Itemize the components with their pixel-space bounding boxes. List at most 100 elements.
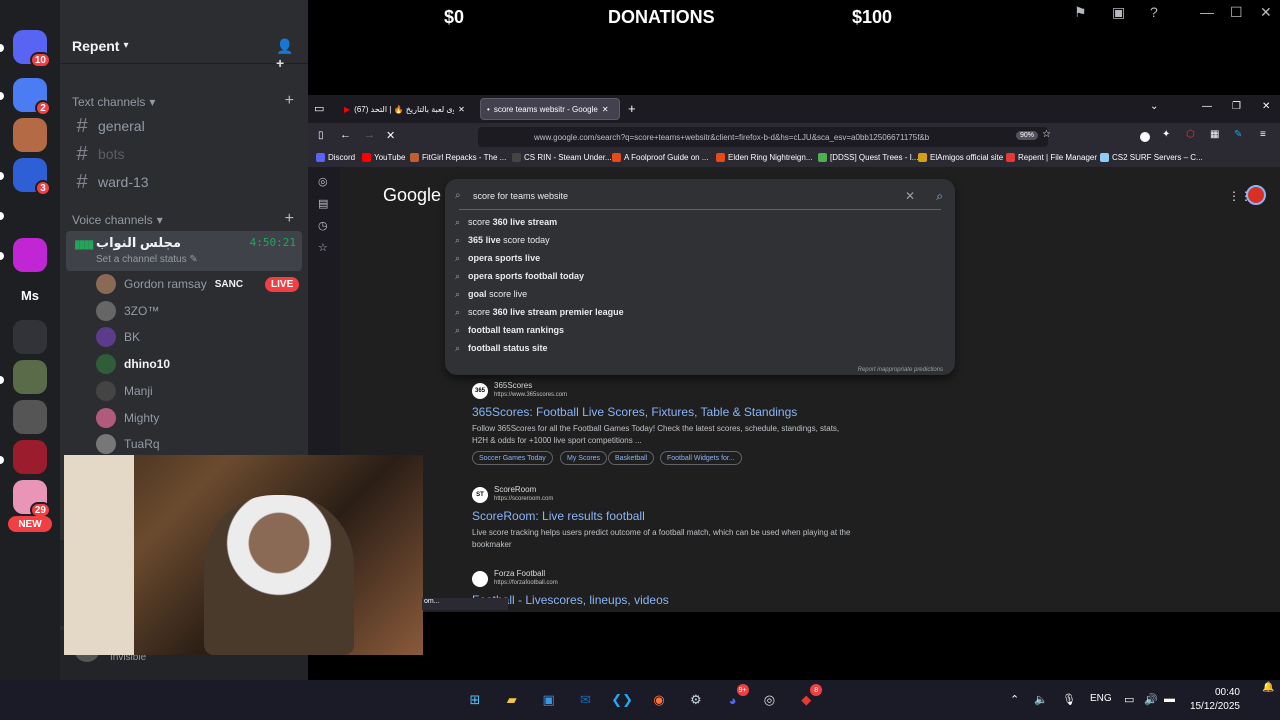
clock[interactable]: 00:40 15/12/2025 <box>1190 686 1240 714</box>
invite-people-icon[interactable]: 👤+ <box>276 38 293 71</box>
sitelink-chip[interactable]: Soccer Games Today <box>472 451 553 465</box>
restore-icon[interactable]: ❐ <box>1232 101 1241 112</box>
server-server-icon[interactable]: 29 <box>13 480 51 518</box>
channel-ward-13[interactable]: # ward-13 <box>72 169 298 195</box>
voice-member[interactable]: Gordon ramsay SANC LIVE <box>96 272 300 296</box>
result-url[interactable]: https://www.365scores.com <box>494 392 567 398</box>
forward-button[interactable]: → <box>364 129 375 141</box>
server-server-icon[interactable] <box>13 440 47 474</box>
bookmarks-icon[interactable]: ☆ <box>318 241 328 254</box>
stop-button[interactable]: ✕ <box>386 129 395 142</box>
translate-icon[interactable]: ✎ <box>1234 129 1242 140</box>
zoom-level[interactable]: 90% <box>1016 131 1039 140</box>
search-suggestion[interactable]: ⌕ football team rankings <box>455 321 564 339</box>
result-site-name[interactable]: ScoreRoom <box>494 485 536 494</box>
close-icon[interactable]: ✕ <box>1260 4 1272 21</box>
help-icon[interactable]: ? <box>1150 4 1158 20</box>
back-button[interactable]: ← <box>340 129 351 141</box>
report-predictions-link[interactable]: Report inappropriate predictions <box>858 367 943 373</box>
flag-icon[interactable]: ⚑ <box>1074 4 1087 21</box>
sitelink-chip[interactable]: Basketball <box>608 451 655 465</box>
firefox-icon[interactable]: ◉ <box>647 688 671 712</box>
server-server-icon[interactable] <box>13 400 47 434</box>
clear-search-icon[interactable]: ✕ <box>905 189 915 203</box>
history-icon[interactable]: ◷ <box>318 219 328 232</box>
bookmark-item[interactable]: ElAmigos official site <box>918 153 1003 162</box>
voice-channel[interactable]: ▮▮▮▮ مجلس النواب 4:50:21 Set a channel s… <box>66 231 302 271</box>
language-indicator[interactable]: ENG <box>1090 693 1112 704</box>
server-discord-icon[interactable]: 10 <box>13 30 51 68</box>
new-tab-button[interactable]: + <box>628 101 636 116</box>
bookmark-item[interactable]: CS2 SURF Servers – C... <box>1100 153 1203 162</box>
set-channel-status[interactable]: Set a channel status ✎ <box>96 254 198 265</box>
addon-icon[interactable]: ⬡ <box>1186 129 1195 140</box>
text-category[interactable]: Text channels ▾ <box>72 95 155 109</box>
screenshot-icon[interactable]: ▦ <box>1210 129 1219 140</box>
result-site-name[interactable]: Forza Football <box>494 569 545 578</box>
bookmark-star-icon[interactable]: ☆ <box>1042 129 1051 140</box>
voice-member[interactable]: Mighty <box>96 406 159 430</box>
server-folder-icon[interactable] <box>13 320 47 354</box>
tab-list-icon[interactable]: ▭ <box>314 102 324 115</box>
bookmark-item[interactable]: [DDSS] Quest Trees - I... <box>818 153 918 162</box>
bookmark-item[interactable]: YouTube <box>362 153 405 162</box>
voice-category[interactable]: Voice channels ▾ <box>72 213 163 227</box>
close-icon[interactable]: ✕ <box>1262 101 1270 112</box>
discord-icon[interactable]: ◕ 9+ <box>721 684 749 712</box>
server-server-icon[interactable]: 2 <box>13 78 51 116</box>
minimize-icon[interactable]: — <box>1202 101 1212 112</box>
server-server-icon[interactable] <box>13 238 47 272</box>
search-input[interactable]: score for teams website <box>473 191 568 201</box>
search-submit-icon[interactable]: ⌕ <box>936 189 943 204</box>
result-title-link[interactable]: ScoreRoom: Live results football <box>472 509 645 523</box>
voice-member[interactable]: Manji <box>96 379 153 403</box>
mic-icon[interactable]: 🎙 <box>1062 693 1076 706</box>
tab-google[interactable]: • score teams websitr - Google S ✕ <box>480 98 620 120</box>
search-suggestion[interactable]: ⌕ 365 live score today <box>455 231 550 249</box>
server-server-icon[interactable] <box>13 360 47 394</box>
minimize-icon[interactable]: — <box>1200 4 1214 20</box>
store-icon[interactable]: ▣ <box>537 688 561 712</box>
extension-icon[interactable] <box>1140 132 1150 142</box>
channel-general[interactable]: # general <box>72 113 298 139</box>
bookmark-item[interactable]: Repent | File Manager <box>1006 153 1097 162</box>
voice-member[interactable]: BK <box>96 325 140 349</box>
close-tab-icon[interactable]: ✕ <box>458 105 465 114</box>
result-site-name[interactable]: 365Scores <box>494 381 532 390</box>
voice-member[interactable]: 3ZO™ <box>96 299 159 323</box>
app-icon[interactable]: ◆ 8 <box>794 684 823 712</box>
tray-overflow-icon[interactable]: ⌃ <box>1010 693 1019 706</box>
sitelink-chip[interactable]: My Scores <box>560 451 608 465</box>
guild-header[interactable]: Repent ▾ 👤+ <box>60 28 308 71</box>
inbox-icon[interactable]: ▣ <box>1112 4 1125 21</box>
speaker-icon[interactable]: 🔊 <box>1144 693 1158 706</box>
server-server-icon[interactable] <box>13 118 47 152</box>
url-bar[interactable]: www.google.com/search?q=score+teams+webs… <box>478 127 1048 147</box>
search-box[interactable]: ⌕ score for teams website ✕ ⌕ ⌕ score 360… <box>445 179 955 375</box>
tab-overflow-icon[interactable]: ⌄ <box>1150 101 1158 112</box>
live-badge[interactable]: LIVE <box>265 276 300 292</box>
windows-start-icon[interactable]: ⊞ <box>463 688 487 712</box>
notification-icon[interactable]: 🔔 <box>1262 682 1274 693</box>
network-icon[interactable]: ▭ <box>1124 693 1134 706</box>
server-server-icon[interactable]: Ms <box>13 278 47 312</box>
battery-icon[interactable]: ▬ <box>1164 693 1175 705</box>
bookmark-item[interactable]: Elden Ring Nightreign... <box>716 153 813 162</box>
bookmark-item[interactable]: CS RIN - Steam Under... <box>512 153 612 162</box>
add-text-channel-button[interactable]: + <box>285 92 294 110</box>
tabs-icon[interactable]: ▤ <box>318 197 328 210</box>
bookmark-item[interactable]: Discord <box>316 153 355 162</box>
maximize-icon[interactable]: ☐ <box>1230 4 1243 21</box>
steam-icon[interactable]: ⚙ <box>684 688 708 712</box>
server-server-icon[interactable]: 3 <box>13 158 51 196</box>
obs-icon[interactable]: ◎ <box>757 688 781 712</box>
search-suggestion[interactable]: ⌕ goal score live <box>455 285 527 303</box>
voice-member[interactable]: dhino10 <box>96 352 170 376</box>
search-suggestion[interactable]: ⌕ opera sports live <box>455 249 540 267</box>
menu-icon[interactable]: ≡ <box>1260 129 1266 140</box>
server-server-icon[interactable] <box>13 198 47 232</box>
channel-bots[interactable]: # bots <box>72 141 298 167</box>
sitelink-chip[interactable]: Football Widgets for... <box>660 451 742 465</box>
add-voice-channel-button[interactable]: + <box>285 210 294 228</box>
tab-youtube[interactable]: ▶ اقوى لعبة بالتاريخ 🔥 | التحد (67) ✕ <box>338 98 476 120</box>
